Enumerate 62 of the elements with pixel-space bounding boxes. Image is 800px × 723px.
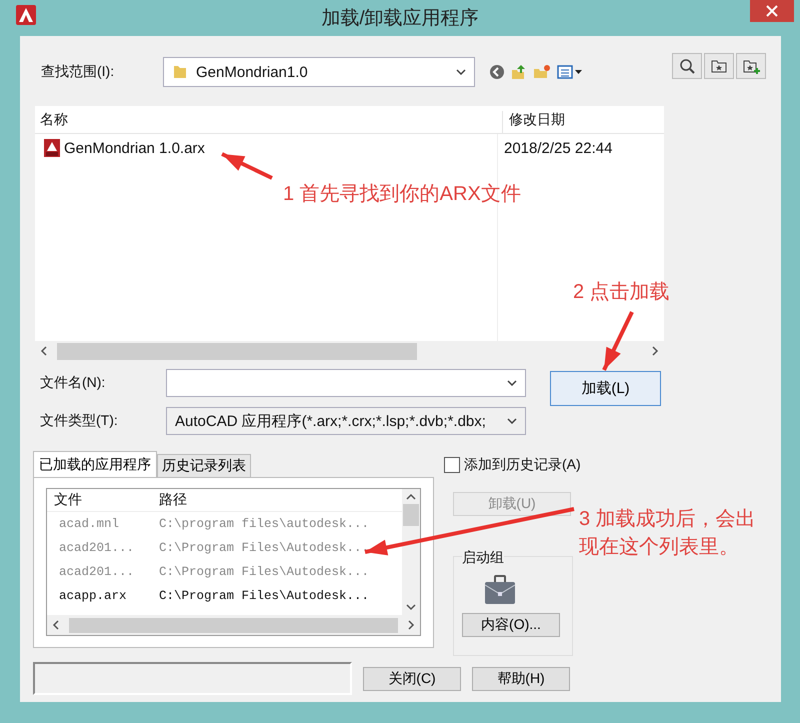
- app-logo-icon: [16, 5, 36, 25]
- file-item[interactable]: GenMondrian 1.0.arx: [35, 134, 497, 162]
- search-icon: [678, 57, 696, 75]
- look-in-label: 查找范围(I):: [40, 63, 116, 81]
- up-folder-icon[interactable]: [511, 64, 527, 80]
- annotation-arrow: [602, 311, 634, 371]
- chevron-icon: [507, 380, 517, 386]
- tab[interactable]: 已加载的应用程序: [33, 451, 157, 477]
- file-name-field[interactable]: [166, 369, 526, 397]
- briefcase-icon: [484, 575, 516, 605]
- new-folder-icon[interactable]: [533, 64, 551, 80]
- scroll-thumb[interactable]: [403, 504, 419, 526]
- app-path-cell: C:\Program Files\Autodesk...: [159, 589, 370, 603]
- column-header[interactable]: 名称: [35, 111, 502, 133]
- close-button[interactable]: [750, 0, 794, 22]
- scroll-up-icon[interactable]: [406, 493, 416, 501]
- app-file-cell-text: acad.mnl: [58, 517, 120, 531]
- favorites-button[interactable]: [704, 53, 734, 79]
- app-path-cell: C:\Program Files\Autodesk...: [159, 565, 370, 579]
- view-menu-icon[interactable]: [557, 64, 583, 80]
- close-icon: [766, 5, 778, 17]
- app-file-cell-text: acad201...: [58, 565, 136, 579]
- column-header[interactable]: 路径: [159, 491, 187, 509]
- scroll-right-icon[interactable]: [407, 620, 415, 630]
- app-file-cell-text: acad201...: [58, 541, 136, 555]
- annotation-text: 3 加载成功后，会出现在这个列表里。: [579, 507, 757, 560]
- chevron-icon: [456, 69, 466, 75]
- group-title: 启动组: [462, 549, 504, 567]
- app-path-cell: C:\Program Files\Autodesk...: [159, 541, 370, 555]
- add-to-history-checkbox[interactable]: 添加到历史记录(A): [444, 456, 581, 474]
- file-type-dropdown[interactable]: AutoCAD 应用程序(*.arx;*.crx;*.lsp;*.dvb;*.dbx;: [166, 407, 526, 435]
- load-button[interactable]: 加载(L): [550, 371, 661, 406]
- horizontal-scrollbar[interactable]: [47, 615, 420, 635]
- scroll-right-icon[interactable]: [651, 346, 659, 356]
- date-cell: 2018/2/25 22:44: [504, 140, 612, 156]
- scroll-left-icon[interactable]: [40, 346, 48, 356]
- app-file-cell-text: acapp.arx: [58, 589, 128, 603]
- scroll-down-icon[interactable]: [406, 603, 416, 611]
- annotation-arrow: [221, 152, 273, 180]
- scroll-left-icon[interactable]: [52, 620, 60, 630]
- chevron-icon: [507, 418, 517, 424]
- file-icon: [44, 139, 60, 157]
- window-title: 加载/卸载应用程序: [321, 7, 479, 31]
- tab[interactable]: 历史记录列表: [157, 454, 251, 477]
- scroll-thumb[interactable]: [69, 618, 398, 632]
- back-icon[interactable]: [489, 64, 505, 80]
- add-favorite-button[interactable]: [736, 53, 766, 79]
- scroll-thumb[interactable]: [57, 342, 417, 360]
- dialog-button[interactable]: 关闭(C): [363, 666, 461, 690]
- folder-icon: [172, 64, 188, 80]
- find-button[interactable]: [672, 53, 702, 79]
- look-in-dropdown[interactable]: GenMondrian1.0: [163, 57, 475, 87]
- column-header[interactable]: 文件: [47, 491, 159, 509]
- annotation-text: 1 首先寻找到你的ARX文件: [283, 182, 522, 207]
- annotation-text: 2 点击加载: [573, 280, 671, 305]
- vertical-scrollbar[interactable]: [402, 489, 420, 615]
- file-name-label: 文件名(N):: [39, 374, 106, 392]
- contents-button[interactable]: 内容(O)...: [462, 613, 560, 637]
- app-path-cell: C:\program files\autodesk...: [159, 517, 370, 531]
- column-header[interactable]: 修改日期: [502, 111, 664, 133]
- file-type-label: 文件类型(T):: [39, 412, 119, 430]
- dialog-button[interactable]: 帮助(H): [472, 666, 570, 690]
